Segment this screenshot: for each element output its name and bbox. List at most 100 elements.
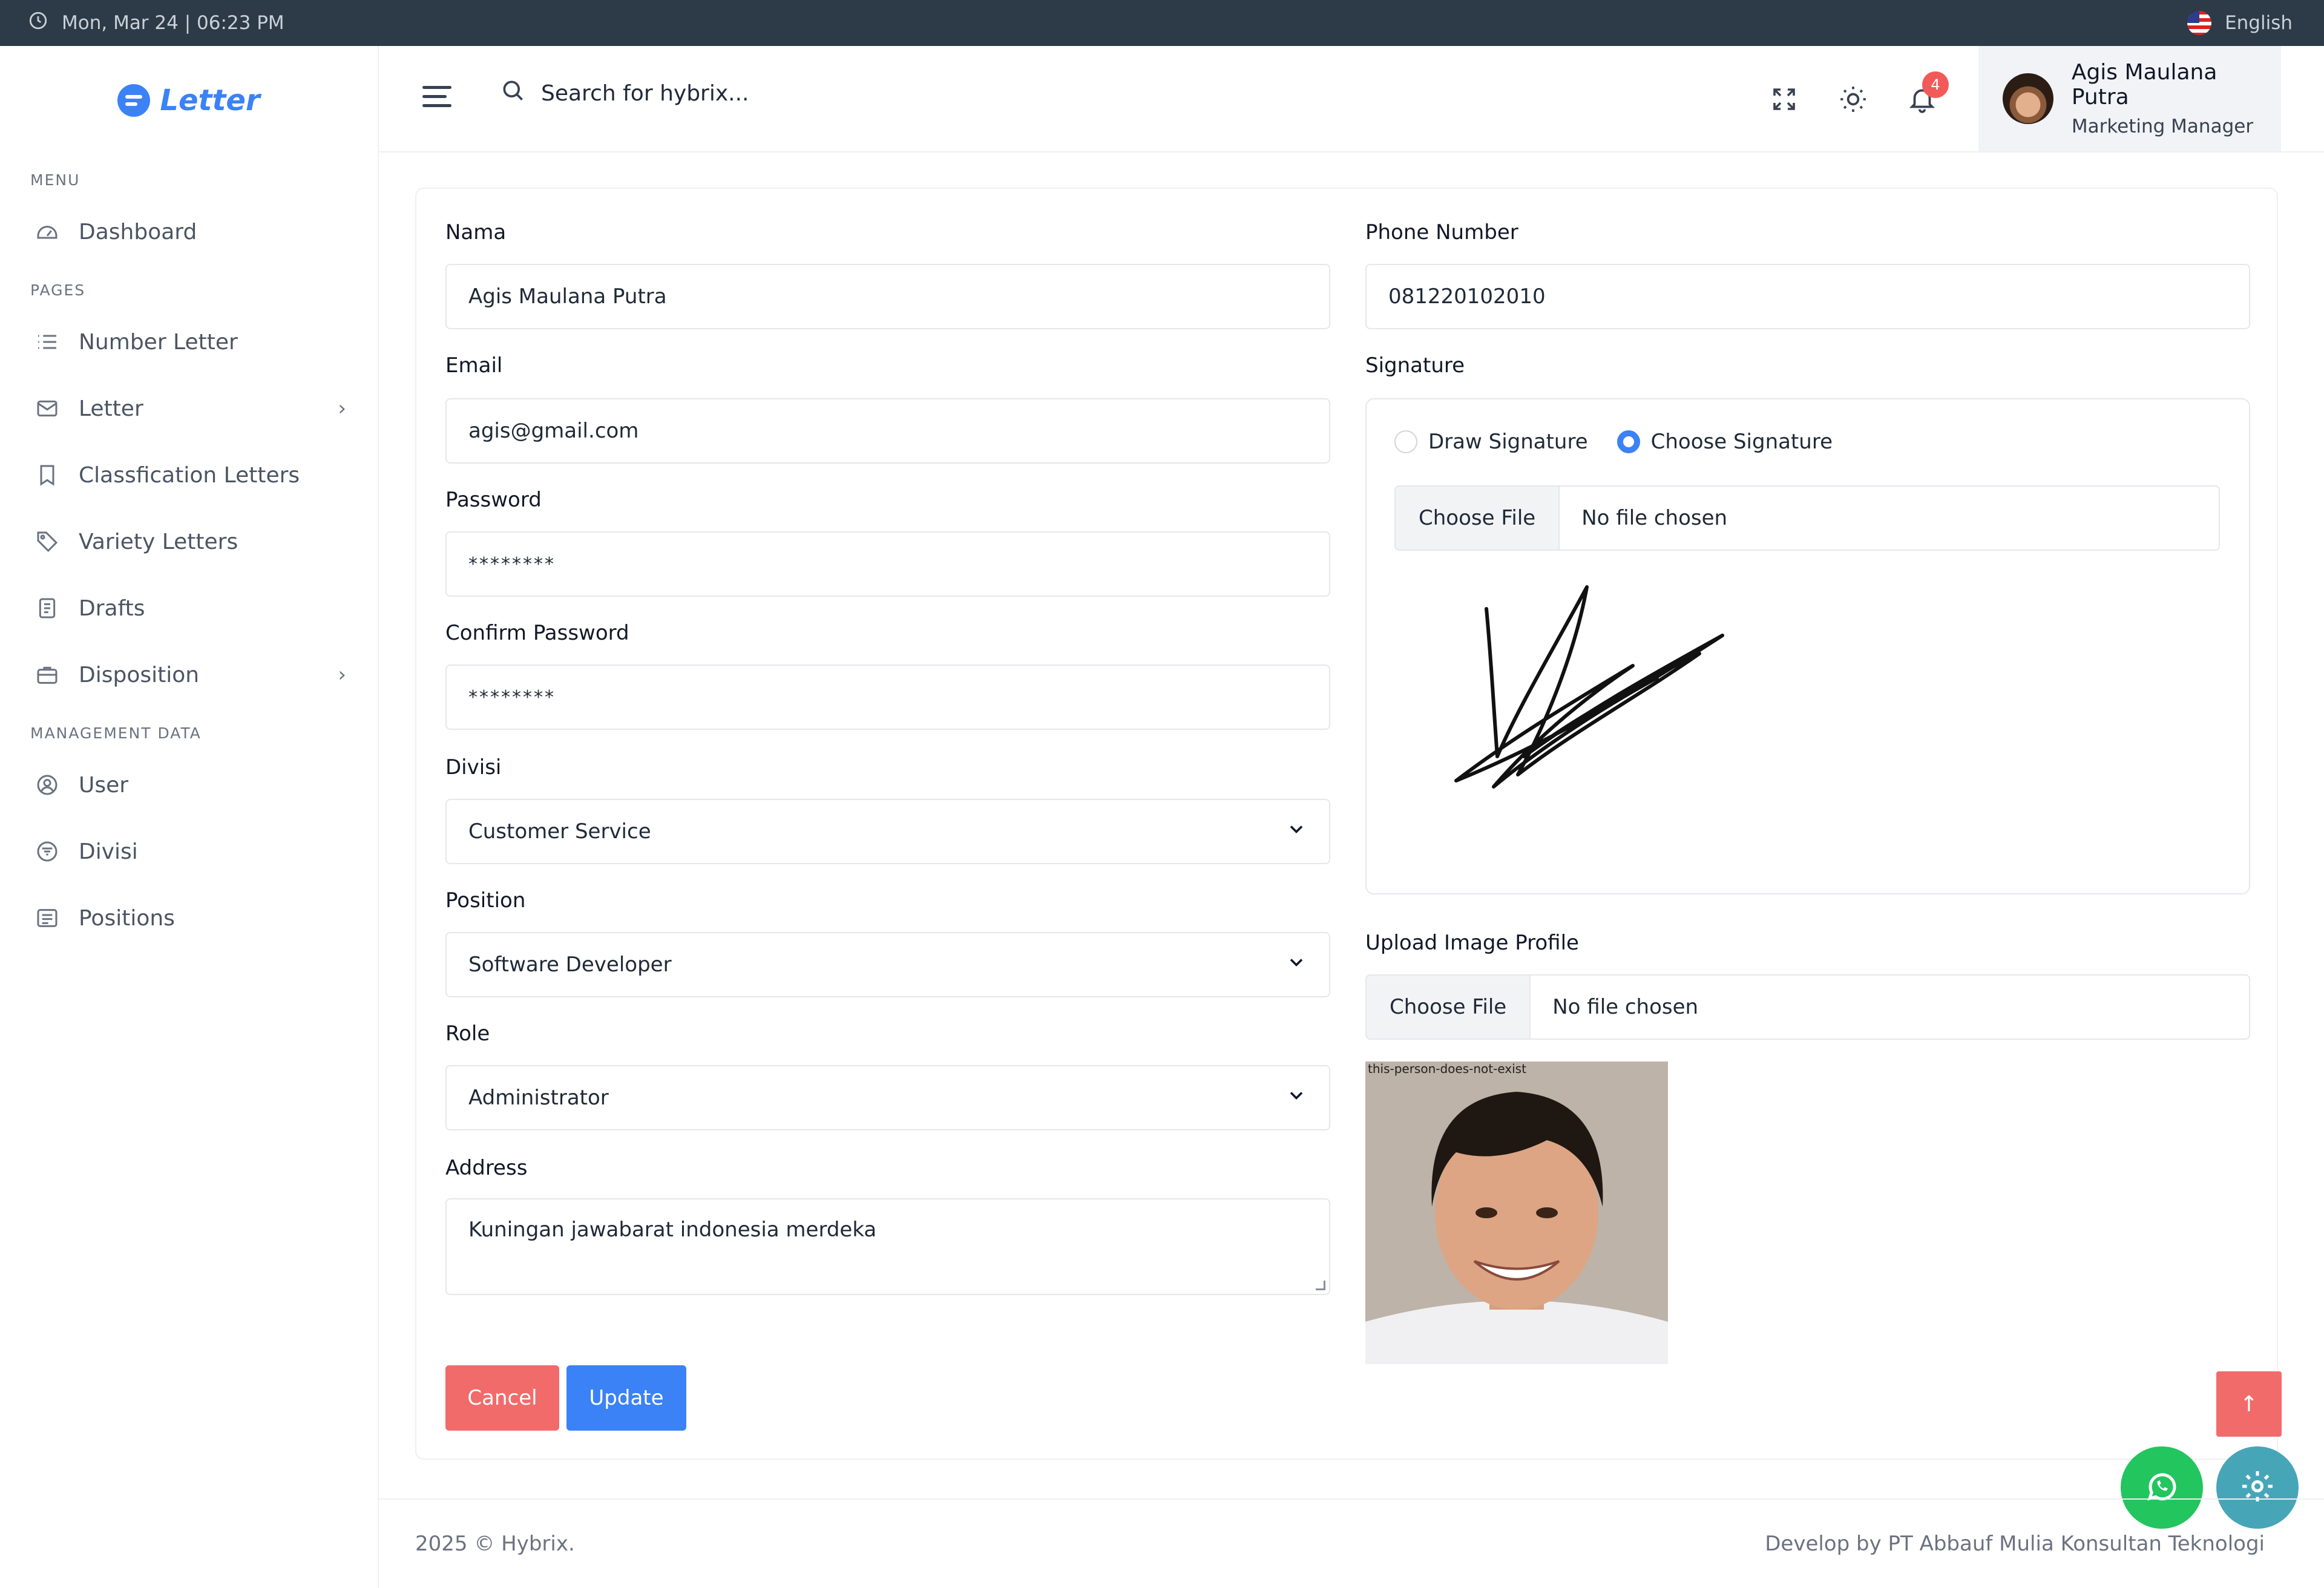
fullscreen-icon[interactable] [1765, 80, 1804, 119]
header: Search for hybrix... 4 Agis Maulana Putr… [379, 46, 2324, 153]
role-select[interactable]: Administrator [445, 1065, 1330, 1130]
top-bar: Mon, Mar 24 | 06:23 PM English [0, 0, 2324, 46]
profile-choose-file-button[interactable]: Choose File [1367, 976, 1531, 1038]
edit-user-form: Nama Agis Maulana Putra Email agis@gmail… [415, 188, 2278, 1460]
list-box-icon [34, 905, 61, 931]
email-value: agis@gmail.com [468, 419, 639, 443]
signature-file-status: No file chosen [1581, 506, 1728, 530]
position-select[interactable]: Software Developer [445, 932, 1330, 997]
signature-file-input[interactable]: Choose File No file chosen [1394, 485, 2220, 551]
email-label: Email [445, 353, 503, 378]
sidebar-item-label: Divisi [79, 839, 138, 864]
draw-signature-label[interactable]: Draw Signature [1428, 430, 1588, 454]
sidebar-item-label: Drafts [79, 596, 145, 621]
sidebar-item-label: Disposition [79, 662, 200, 687]
signature-image [1454, 585, 1724, 789]
role-label: Role [445, 1022, 490, 1046]
sidebar-item-positions[interactable]: Positions [0, 885, 378, 951]
copyright-text: 2025 © Hybrix. [415, 1532, 575, 1556]
nama-field[interactable]: Agis Maulana Putra [445, 264, 1330, 329]
datetime: Mon, Mar 24 | 06:23 PM [62, 12, 284, 34]
bookmark-icon [34, 462, 61, 488]
position-value: Software Developer [468, 953, 672, 977]
nav-section-title: MENU [30, 171, 80, 189]
filter-icon [34, 838, 61, 865]
search-bar[interactable]: Search for hybrix... [500, 77, 749, 110]
confirm-password-value: ******** [468, 686, 556, 708]
resize-handle-icon[interactable] [1316, 1281, 1325, 1290]
nav-section-title: PAGES [30, 281, 86, 299]
avatar [2003, 73, 2053, 124]
menu-toggle-icon[interactable] [422, 86, 451, 113]
sidebar-item-label: Variety Letters [79, 529, 238, 554]
email-field[interactable]: agis@gmail.com [445, 398, 1330, 464]
tag-icon [34, 528, 61, 555]
role-value: Administrator [468, 1086, 609, 1110]
password-label: Password [445, 488, 542, 512]
chevron-right-icon: › [338, 396, 346, 421]
footer: 2025 © Hybrix. Develop by PT Abbauf Muli… [379, 1498, 2324, 1588]
language-selector[interactable]: English [2187, 11, 2293, 35]
search-icon [500, 77, 527, 110]
sidebar-item-user[interactable]: User [0, 752, 378, 818]
update-button[interactable]: Update [566, 1365, 686, 1431]
password-field[interactable]: ******** [445, 531, 1330, 597]
scroll-to-top-button[interactable]: ↑ [2216, 1371, 2282, 1437]
sidebar-item-label: Classfication Letters [79, 462, 300, 488]
search-input[interactable]: Search for hybrix... [541, 81, 749, 106]
divisi-select[interactable]: Customer Service [445, 799, 1330, 864]
sidebar-item-dashboard[interactable]: Dashboard [0, 198, 378, 265]
profile-photo-preview: this-person-does-not-exist [1365, 1061, 1668, 1364]
choose-signature-radio[interactable] [1617, 430, 1640, 453]
profile-photo-image [1365, 1061, 1668, 1364]
briefcase-icon [34, 661, 61, 688]
sidebar-item-label: User [79, 772, 129, 798]
chevron-down-icon [1285, 951, 1307, 979]
chevron-down-icon [1285, 818, 1307, 845]
phone-value: 081220102010 [1388, 284, 1546, 309]
developer-credit: Develop by PT Abbauf Mulia Konsultan Tek… [1765, 1532, 2265, 1556]
address-label: Address [445, 1156, 528, 1180]
clock-icon [28, 10, 48, 36]
notification-bell-icon[interactable]: 4 [1903, 71, 1949, 119]
nav-section-title: MANAGEMENT DATA [30, 724, 202, 742]
chevron-down-icon [1285, 1084, 1307, 1112]
sidebar-item-classification-letters[interactable]: Classfication Letters [0, 442, 378, 508]
user-name: Agis Maulana Putra [2071, 60, 2217, 110]
cancel-button[interactable]: Cancel [445, 1365, 559, 1431]
theme-toggle-sun-icon[interactable] [1834, 80, 1873, 119]
signature-panel: Draw Signature Choose Signature Choose F… [1365, 398, 2250, 894]
upload-image-label: Upload Image Profile [1365, 931, 1579, 955]
user-profile-menu[interactable]: Agis Maulana Putra Marketing Manager [1978, 46, 2281, 151]
sidebar-item-number-letter[interactable]: Number Letter [0, 309, 378, 375]
sidebar-item-label: Dashboard [79, 219, 197, 244]
confirm-password-field[interactable]: ******** [445, 664, 1330, 730]
document-icon [34, 595, 61, 622]
divisi-label: Divisi [445, 755, 502, 779]
draw-signature-radio[interactable] [1394, 430, 1417, 453]
us-flag-icon [2187, 11, 2212, 35]
phone-label: Phone Number [1365, 220, 1518, 244]
photo-watermark: this-person-does-not-exist [1368, 1061, 1526, 1076]
signature-mode-options: Draw Signature Choose Signature [1394, 430, 1833, 454]
sidebar-item-variety-letters[interactable]: Variety Letters [0, 508, 378, 575]
nama-value: Agis Maulana Putra [468, 284, 667, 309]
sidebar: Letter MENU Dashboard PAGES Number Lette… [0, 46, 379, 1588]
user-role: Marketing Manager [2071, 116, 2254, 137]
confirm-password-label: Confirm Password [445, 621, 629, 645]
gauge-icon [34, 218, 61, 245]
sidebar-item-letter[interactable]: Letter › [0, 375, 378, 442]
address-textarea[interactable]: Kuningan jawabarat indonesia merdeka [445, 1198, 1330, 1295]
profile-image-file-input[interactable]: Choose File No file chosen [1365, 974, 2250, 1040]
choose-signature-label[interactable]: Choose Signature [1651, 430, 1833, 454]
sidebar-item-disposition[interactable]: Disposition › [0, 641, 378, 708]
sidebar-item-drafts[interactable]: Drafts [0, 575, 378, 641]
sidebar-item-divisi[interactable]: Divisi [0, 818, 378, 885]
nama-label: Nama [445, 220, 507, 244]
letter-logo-icon [117, 84, 151, 117]
phone-field[interactable]: 081220102010 [1365, 264, 2250, 329]
mail-icon [34, 395, 61, 422]
signature-choose-file-button[interactable]: Choose File [1396, 487, 1560, 550]
brand-logo[interactable]: Letter [0, 46, 378, 155]
arrow-up-icon: ↑ [2239, 1391, 2259, 1417]
